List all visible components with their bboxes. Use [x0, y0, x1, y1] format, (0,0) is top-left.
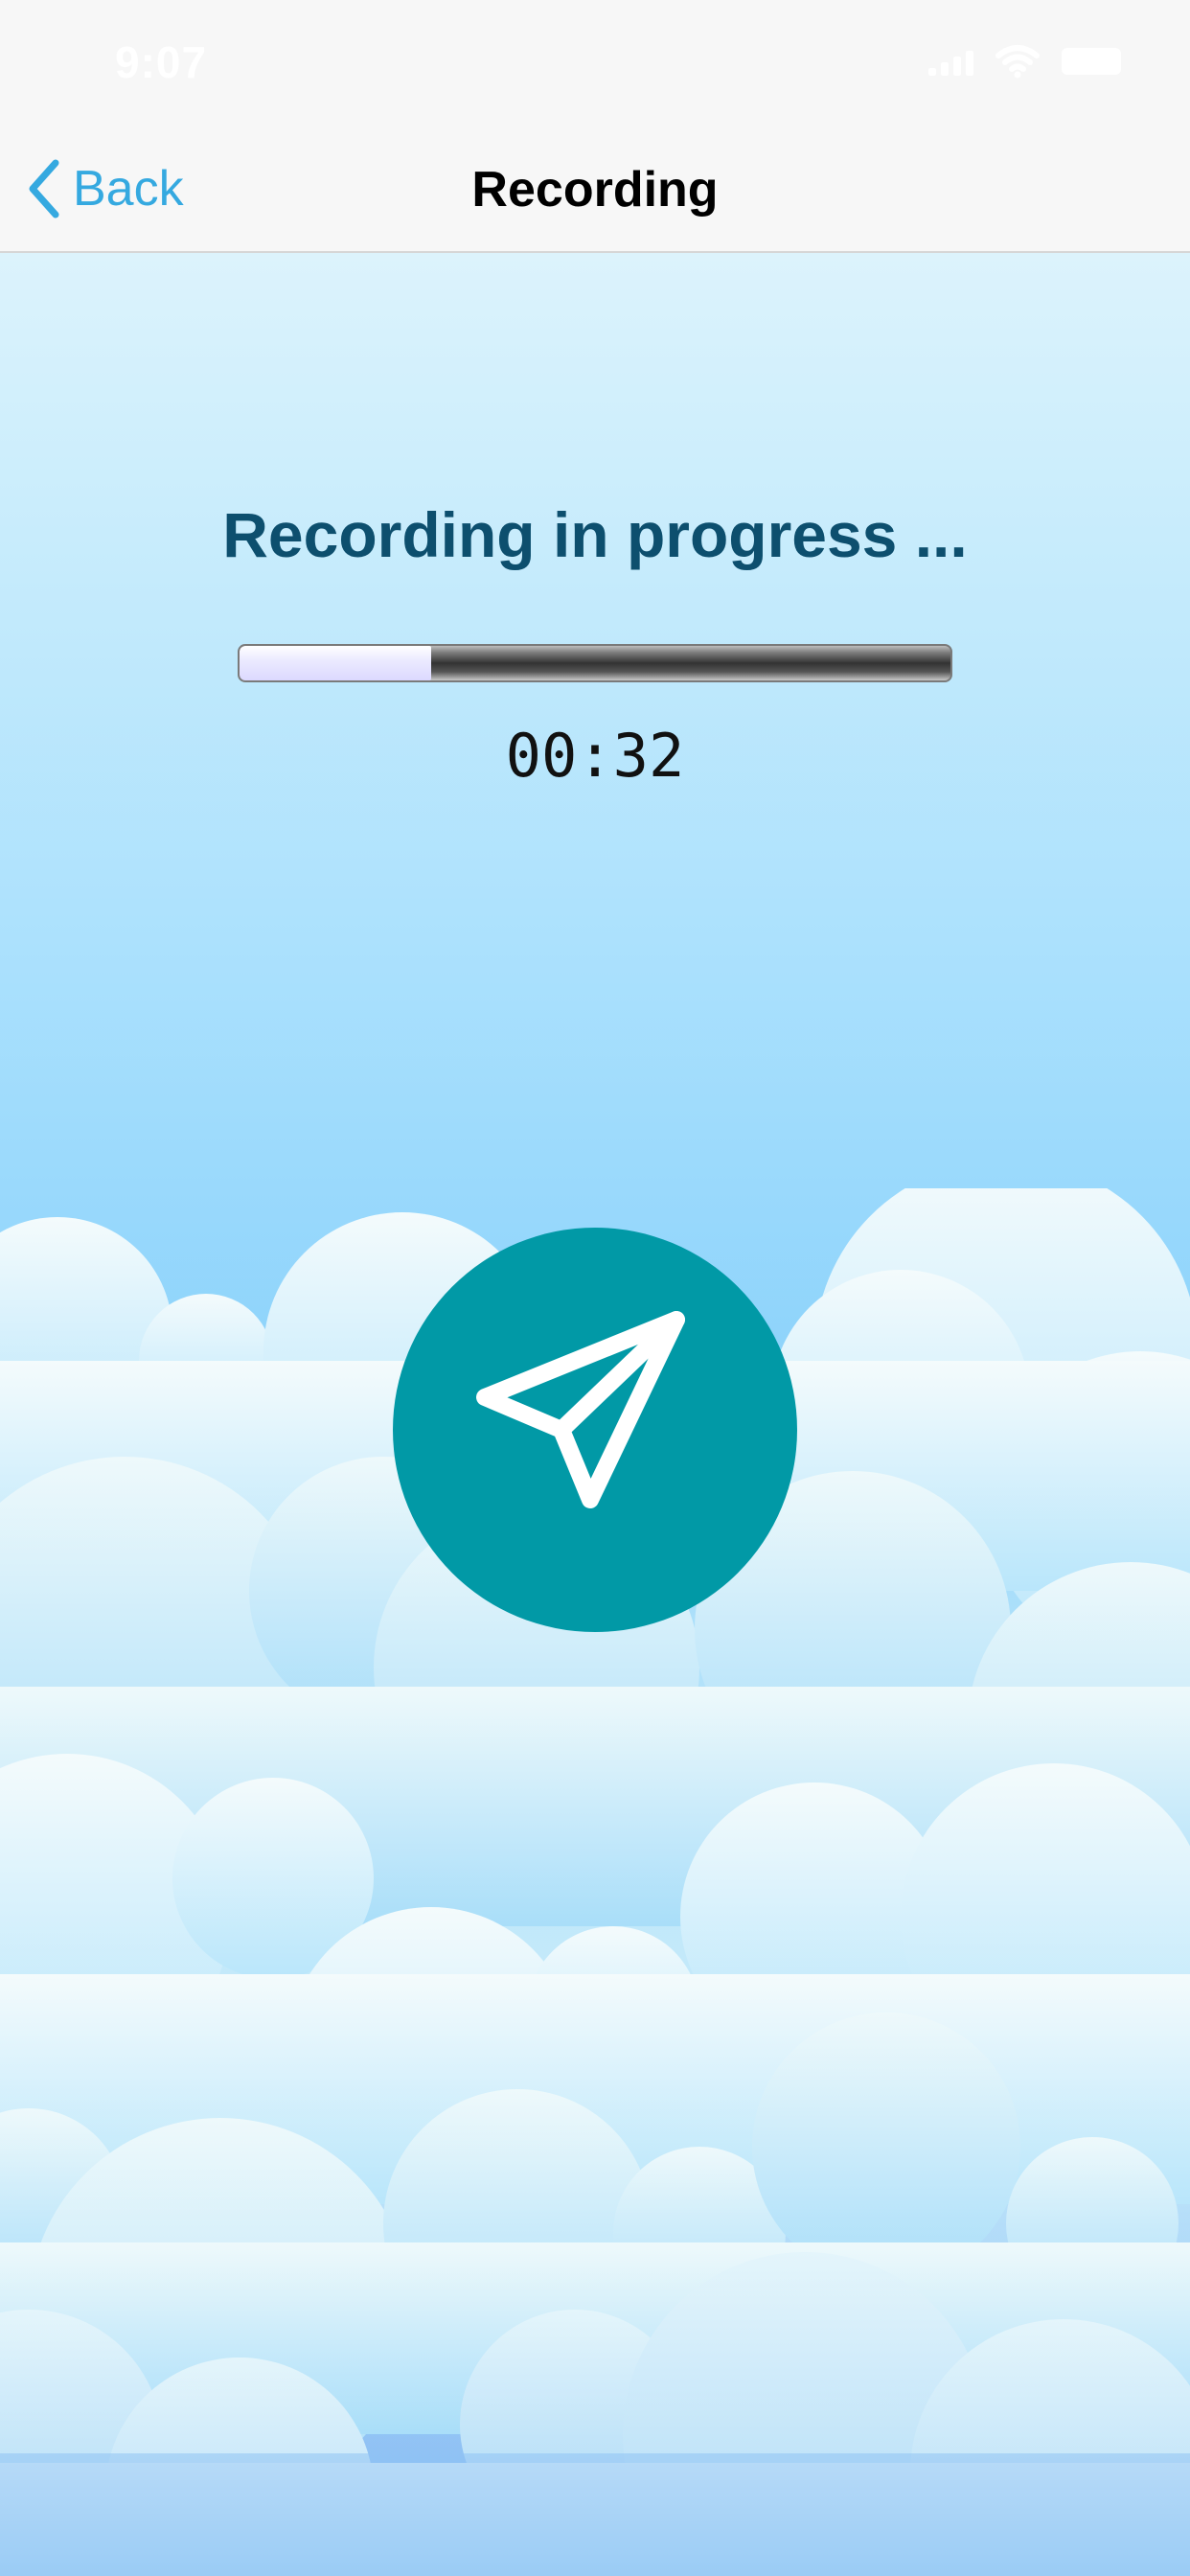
status-time: 9:07	[115, 37, 208, 87]
recording-progress-fill	[240, 646, 432, 680]
send-button[interactable]	[393, 1228, 797, 1632]
recording-status-heading: Recording in progress ...	[222, 499, 968, 570]
recording-progress-bar	[238, 644, 952, 682]
status-bar: 9:07	[0, 0, 1190, 126]
wifi-icon	[995, 45, 1040, 79]
battery-icon	[1062, 48, 1121, 75]
paper-plane-icon	[476, 1311, 685, 1508]
navigation-bar: Back Recording	[0, 126, 1190, 253]
cellular-signal-icon	[928, 47, 973, 76]
status-icons	[928, 44, 1121, 79]
page-title: Recording	[471, 162, 719, 218]
recording-timer: 00:32	[505, 721, 685, 791]
